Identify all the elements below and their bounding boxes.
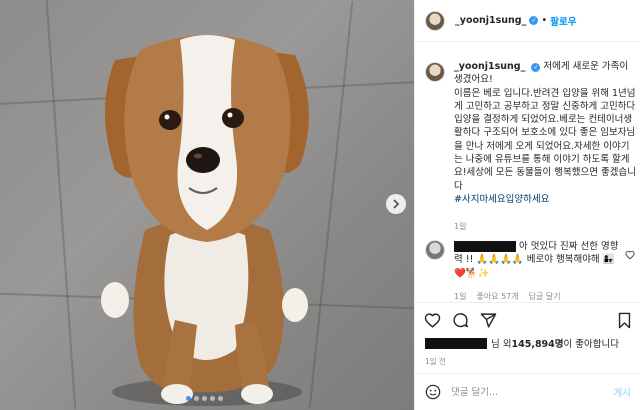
comment-body: 아 멋있다 진짜 선한 영향력 !! 🙏🙏🙏🙏 베로야 행복해야해 👩‍👧❤️🐕… [454,240,624,303]
caption-body: _yoonj1sung_ ✓ 저에게 새로운 가족이 생겼어요! 이름은 베로 … [454,60,637,234]
carousel-dot [210,396,215,401]
comment-icon [452,313,468,328]
caption-time: 1일 [454,222,467,232]
add-comment-bar: 게시 [415,373,640,410]
heart-icon [424,313,440,328]
dog-illustration [101,35,309,406]
carousel-dot [202,396,207,401]
post-photo [0,0,414,410]
comment-item: 아 멋있다 진짜 선한 영향력 !! 🙏🙏🙏🙏 베로야 행복해야해 👩‍👧❤️🐕… [425,240,637,303]
action-bar [415,302,640,338]
header-separator: • [541,15,548,26]
follow-button[interactable]: 팔로우 [550,14,576,28]
bookmark-icon [618,312,630,329]
commenter-avatar[interactable] [425,240,445,260]
likes-count: 145,894명 [511,339,564,350]
carousel-indicator [186,396,223,401]
post-header: _yoonj1sung_ ✓ • 팔로우 [415,0,640,42]
like-button[interactable] [423,312,441,330]
post-comment-button[interactable]: 게시 [614,385,631,399]
post-caption: _yoonj1sung_ ✓ 저에게 새로운 가족이 생겼어요! 이름은 베로 … [425,60,637,234]
caption-username[interactable]: _yoonj1sung_ [454,61,525,72]
post-side-panel: _yoonj1sung_ ✓ • 팔로우 _yoonj1sung_ ✓ 저에게 … [414,0,640,410]
redacted-username [425,337,487,349]
post-date: 1일 전 [425,357,446,366]
verified-icon: ✓ [531,63,541,72]
likes-summary[interactable]: 님 외 145,894명 이 좋아합니다 [425,336,619,350]
carousel-dot [194,396,199,401]
next-arrow-icon [393,199,400,209]
floor-tile-line [45,0,77,410]
verified-icon: ✓ [529,16,539,25]
hashtag-link[interactable]: #사지마세요입양하세요 [454,194,549,205]
carousel-dot [186,396,191,401]
emoji-icon[interactable] [425,384,441,400]
likes-suffix: 이 좋아합니다 [563,339,619,350]
share-icon [480,313,496,328]
author-avatar[interactable] [425,62,445,82]
share-button[interactable] [479,312,497,330]
comment-input[interactable] [451,386,591,398]
author-avatar[interactable] [425,10,445,31]
likes-prefix: 님 외 [491,339,512,350]
caption-text: 저에게 새로운 가족이 생겼어요! 이름은 베로 입니다.반려견 입양을 위해 … [454,61,636,192]
carousel-dot [218,396,223,401]
author-username[interactable]: _yoonj1sung_ [455,15,526,26]
redacted-username [454,241,516,252]
next-image-button[interactable] [386,194,406,214]
save-button[interactable] [615,312,633,330]
comment-button[interactable] [451,312,469,330]
comment-heart-icon[interactable] [625,250,635,260]
